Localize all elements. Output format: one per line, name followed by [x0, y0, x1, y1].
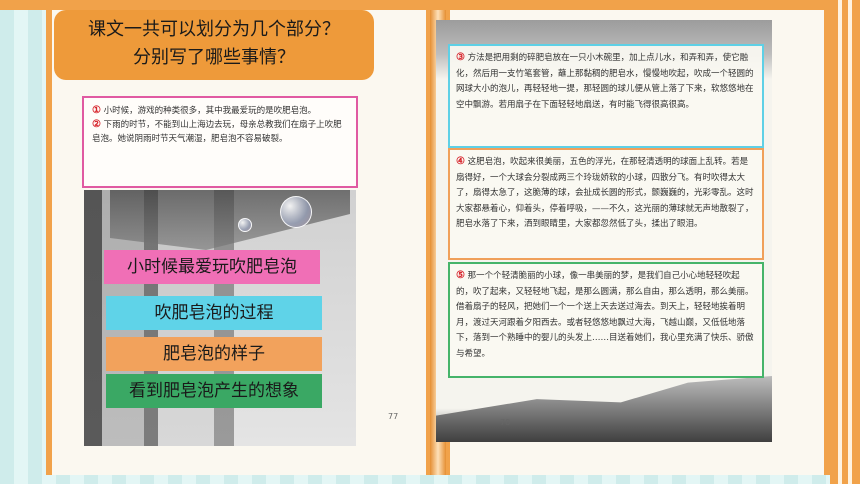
paragraph-1-number: ① [92, 105, 101, 116]
summary-label-part-3: 肥皂泡的样子 [106, 337, 322, 371]
paragraph-1: ① 小时候，游戏的种类很多，其中我最爱玩的是吹肥皂泡。 [92, 104, 348, 118]
paragraph-3-text: 方法是把用剩的碎肥皂放在一只小木碗里，加上点儿水，和弄和弄，使它融化，然后用一支… [456, 53, 754, 110]
paragraph-5-box: ⑤ 那一个个轻清脆丽的小球，像一串美丽的梦，是我们自己小心地轻轻吹起的，吹了起来… [448, 262, 764, 378]
paragraph-4-text: 这肥皂泡，吹起来很美丽，五色的浮光，在那轻清透明的球面上乱转。若是扇得好，一个大… [456, 157, 754, 229]
paragraph-4-number: ④ [456, 156, 465, 167]
summary-label-part-2: 吹肥皂泡的过程 [106, 296, 322, 330]
paragraphs-1-2-box: ① 小时候，游戏的种类很多，其中我最爱玩的是吹肥皂泡。 ② 下雨的时节，不能到山… [82, 96, 358, 188]
paragraph-2-number: ② [92, 119, 101, 130]
summary-label-part-4: 看到肥皂泡产生的想象 [106, 374, 322, 408]
question-line-2: 分别写了哪些事情？ [133, 47, 295, 68]
paragraph-3-number: ③ [456, 52, 465, 63]
top-border-strip [0, 0, 860, 10]
soap-bubble-image [280, 196, 312, 228]
summary-label-part-1: 小时候最爱玩吹肥皂泡 [104, 250, 320, 284]
paragraph-2-text: 下雨的时节，不能到山上海边去玩，母亲总教我们在扇子上吹肥皂泡。她说阴雨时节天气潮… [92, 120, 342, 144]
paragraph-5-text: 那一个个轻清脆丽的小球，像一串美丽的梦，是我们自己小心地轻轻吹起的，吹了起来，又… [456, 271, 754, 359]
question-banner: 课文一共可以划分为几个部分？ 分别写了哪些事情？ [54, 10, 374, 80]
paragraph-1-text: 小时候，游戏的种类很多，其中我最爱玩的是吹肥皂泡。 [103, 106, 317, 116]
paragraph-3-box: ③ 方法是把用剩的碎肥皂放在一只小木碗里，加上点儿水，和弄和弄，使它融化，然后用… [448, 44, 764, 148]
right-border-strip [830, 0, 860, 484]
paragraph-2: ② 下雨的时节，不能到山上海边去玩，母亲总教我们在扇子上吹肥皂泡。她说阴雨时节天… [92, 118, 348, 146]
paragraph-4-box: ④ 这肥皂泡，吹起来很美丽，五色的浮光，在那轻清透明的球面上乱转。若是扇得好，一… [448, 148, 764, 260]
question-line-1: 课文一共可以划分为几个部分？ [88, 19, 340, 40]
page-number-left: 77 [388, 412, 399, 421]
paragraph-5-number: ⑤ [456, 270, 465, 281]
page-number-right: 78 [500, 418, 511, 427]
soap-bubble-image [238, 218, 252, 232]
